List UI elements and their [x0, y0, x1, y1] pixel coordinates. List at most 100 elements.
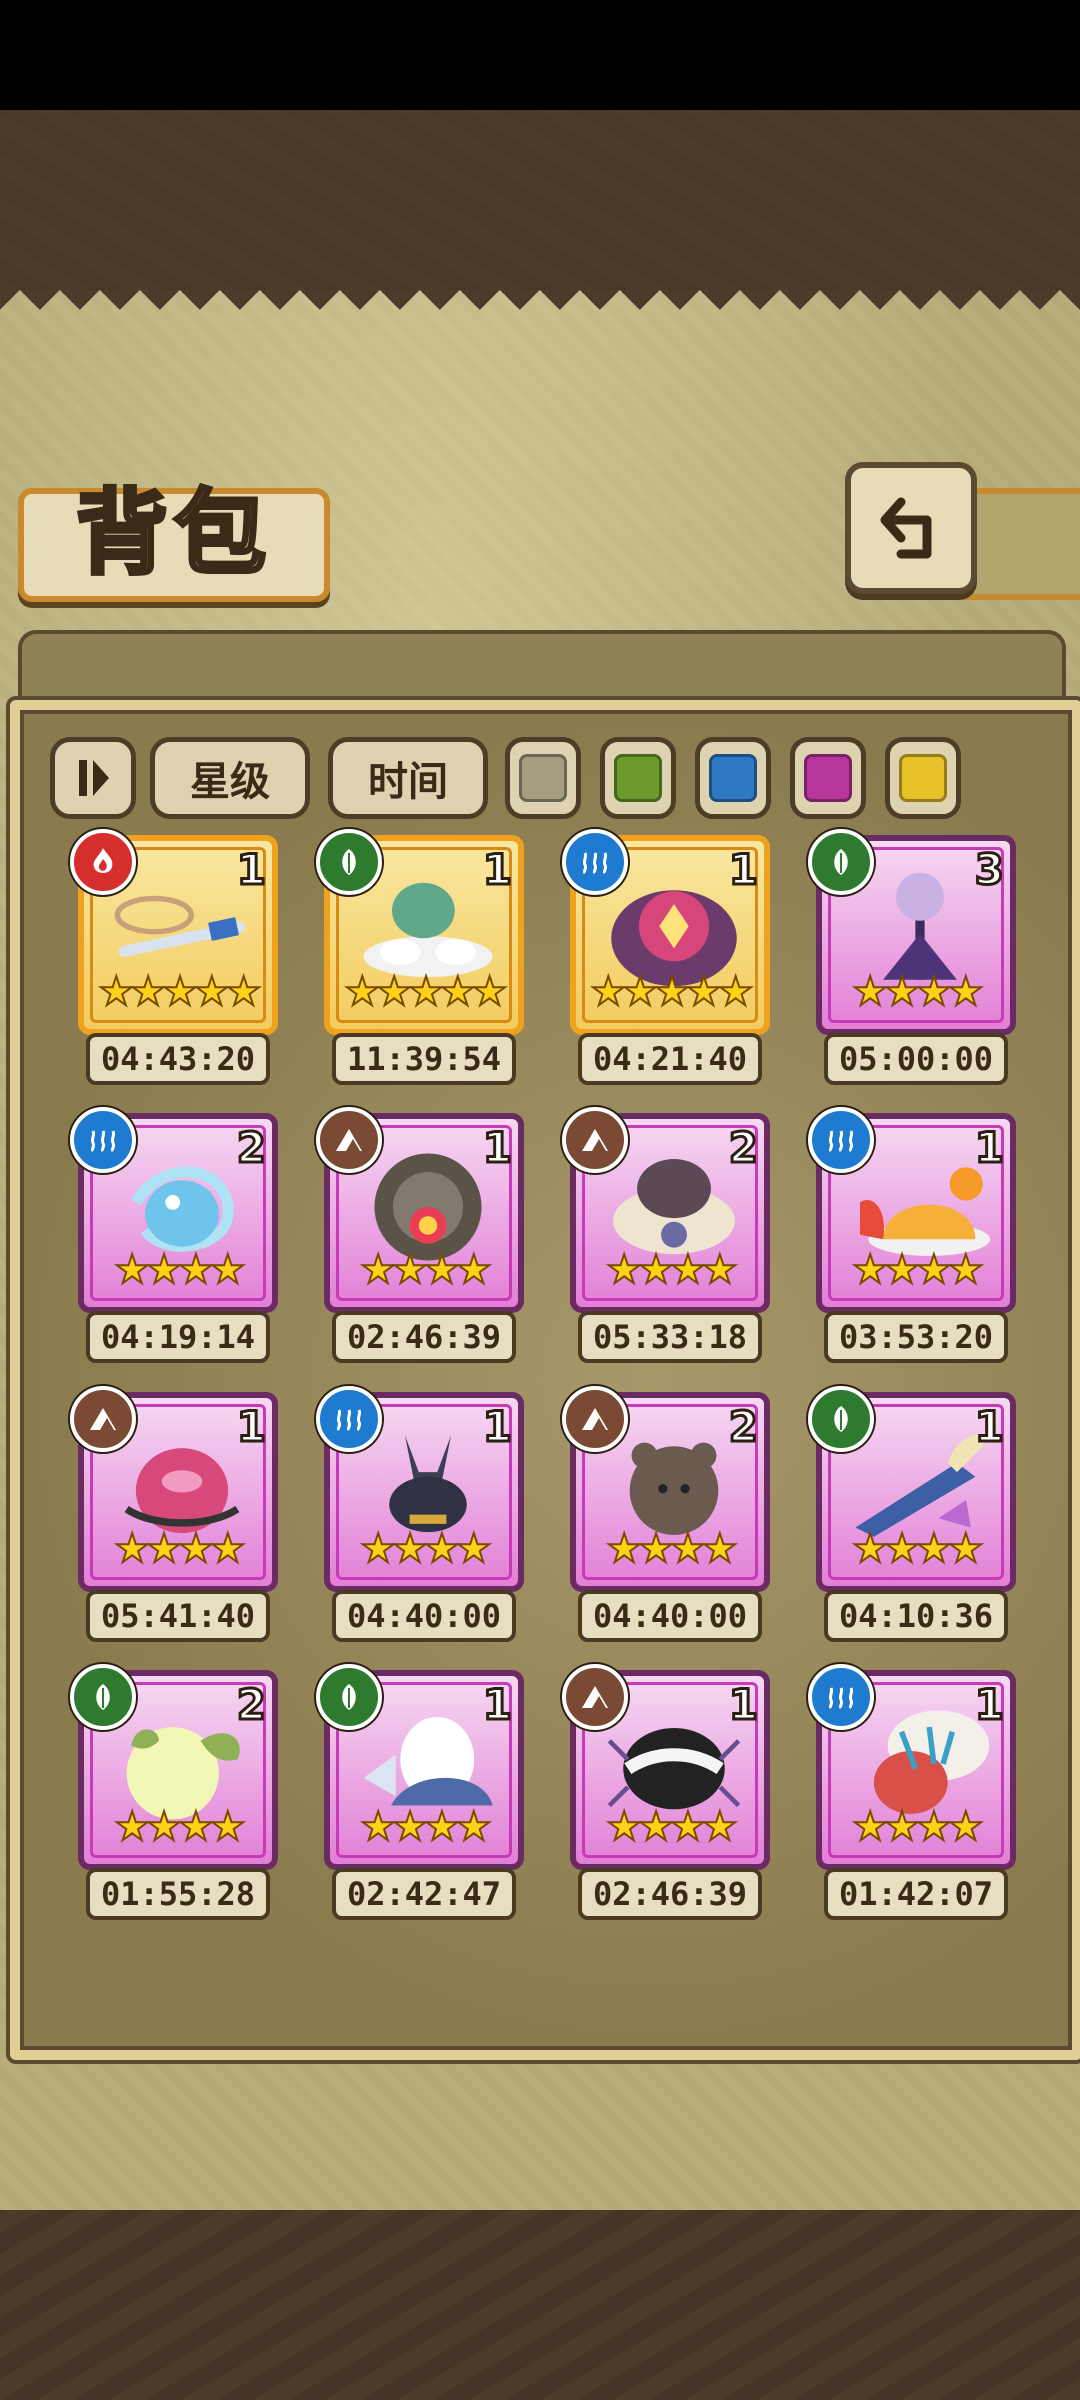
inventory-item-card[interactable]: 2 ★★★★ 04:40:00 — [562, 1386, 770, 1642]
panel-header — [18, 630, 1066, 704]
hatch-timer: 11:39:54 — [332, 1033, 516, 1085]
item-count: 2 — [727, 1401, 759, 1453]
star-rating: ★★★★★ — [589, 968, 754, 1016]
hatch-timer: 04:19:14 — [86, 1311, 270, 1363]
water-icon — [808, 1107, 874, 1173]
water-icon — [808, 1664, 874, 1730]
item-count: 3 — [973, 844, 1005, 896]
hatch-timer: 04:40:00 — [332, 1590, 516, 1642]
earth-icon — [562, 1107, 628, 1173]
hatch-timer: 02:42:47 — [332, 1868, 516, 1920]
inventory-item-card[interactable]: 1 ★★★★ 04:40:00 — [316, 1386, 524, 1642]
item-count: 1 — [481, 1679, 513, 1731]
water-icon — [562, 829, 628, 895]
torn-edge-top — [0, 290, 1080, 330]
leaf-icon — [808, 829, 874, 895]
color-filter-blue[interactable] — [695, 737, 771, 819]
inventory-item-card[interactable]: 1 ★★★★ 02:42:47 — [316, 1664, 524, 1920]
inventory-item-card[interactable]: 1 ★★★★★ 04:43:20 — [70, 829, 278, 1085]
water-icon — [316, 1386, 382, 1452]
page-title: 背包 — [74, 477, 272, 589]
fire-icon — [70, 829, 136, 895]
inventory-item-card[interactable]: 1 ★★★★ 02:46:39 — [316, 1107, 524, 1363]
leaf-icon — [316, 829, 382, 895]
sort-toggle-icon — [79, 760, 109, 796]
item-count: 1 — [727, 844, 759, 896]
leaf-icon — [70, 1664, 136, 1730]
inventory-item-card[interactable]: 1 ★★★★ 03:53:20 — [808, 1107, 1016, 1363]
hatch-timer: 05:41:40 — [86, 1590, 270, 1642]
star-rating: ★★★★ — [359, 1525, 492, 1573]
star-rating: ★★★★ — [851, 1246, 984, 1294]
time-sort-button[interactable]: 时间 — [328, 737, 488, 819]
star-rating: ★★★★★ — [343, 968, 508, 1016]
item-count: 1 — [973, 1679, 1005, 1731]
inventory-item-card[interactable]: 1 ★★★★ 01:42:07 — [808, 1664, 1016, 1920]
color-filter-green[interactable] — [600, 737, 676, 819]
color-swatch — [899, 754, 947, 802]
inventory-item-card[interactable]: 2 ★★★★ 05:33:18 — [562, 1107, 770, 1363]
star-rating: ★★★★★ — [97, 968, 262, 1016]
star-rating: ★★★★ — [605, 1246, 738, 1294]
item-count: 1 — [727, 1679, 759, 1731]
item-count: 2 — [235, 1122, 267, 1174]
star-rating: ★★★★ — [359, 1246, 492, 1294]
title-plate: 背包 — [18, 477, 330, 602]
inventory-item-card[interactable]: 2 ★★★★ 04:19:14 — [70, 1107, 278, 1363]
item-count: 1 — [235, 1401, 267, 1453]
star-rating: ★★★★ — [113, 1246, 246, 1294]
earth-icon — [562, 1386, 628, 1452]
item-count: 1 — [973, 1401, 1005, 1453]
item-count: 2 — [235, 1679, 267, 1731]
hatch-timer: 03:53:20 — [824, 1311, 1008, 1363]
inventory-item-card[interactable]: 2 ★★★★ 01:55:28 — [70, 1664, 278, 1920]
item-count: 1 — [481, 1401, 513, 1453]
inventory-item-card[interactable]: 1 ★★★★ 02:46:39 — [562, 1664, 770, 1920]
leaf-icon — [316, 1664, 382, 1730]
color-swatch — [614, 754, 662, 802]
star-rating: ★★★★ — [851, 1803, 984, 1851]
color-filter-gold[interactable] — [885, 737, 961, 819]
star-rating: ★★★★ — [605, 1803, 738, 1851]
back-button[interactable] — [845, 462, 977, 594]
color-filter-purple[interactable] — [790, 737, 866, 819]
hatch-timer: 04:21:40 — [578, 1033, 762, 1085]
item-count: 1 — [973, 1122, 1005, 1174]
item-count: 2 — [727, 1122, 759, 1174]
hatch-timer: 01:42:07 — [824, 1868, 1008, 1920]
color-swatch — [804, 754, 852, 802]
leaf-icon — [808, 1386, 874, 1452]
hatch-timer: 04:40:00 — [578, 1590, 762, 1642]
inventory-item-card[interactable]: 1 ★★★★ 04:10:36 — [808, 1386, 1016, 1642]
star-rating: ★★★★ — [605, 1525, 738, 1573]
color-swatch — [709, 754, 757, 802]
inventory-item-card[interactable]: 3 ★★★★ 05:00:00 — [808, 829, 1016, 1085]
status-bar — [0, 0, 1080, 110]
item-count: 1 — [235, 844, 267, 896]
star-rating: ★★★★ — [113, 1525, 246, 1573]
color-filter-grey[interactable] — [505, 737, 581, 819]
item-count: 1 — [481, 1122, 513, 1174]
hatch-timer: 05:00:00 — [824, 1033, 1008, 1085]
star-rating: ★★★★ — [359, 1803, 492, 1851]
map-background-bottom — [0, 2210, 1080, 2400]
star-sort-button[interactable]: 星级 — [150, 737, 310, 819]
color-swatch — [519, 754, 567, 802]
item-count: 1 — [481, 844, 513, 896]
earth-icon — [316, 1107, 382, 1173]
earth-icon — [562, 1664, 628, 1730]
star-rating: ★★★★ — [113, 1803, 246, 1851]
hatch-timer: 04:10:36 — [824, 1590, 1008, 1642]
earth-icon — [70, 1386, 136, 1452]
hatch-timer: 05:33:18 — [578, 1311, 762, 1363]
star-rating: ★★★★ — [851, 1525, 984, 1573]
water-icon — [70, 1107, 136, 1173]
inventory-item-card[interactable]: 1 ★★★★★ 11:39:54 — [316, 829, 524, 1085]
hatch-timer: 01:55:28 — [86, 1868, 270, 1920]
return-arrow-icon — [880, 497, 932, 559]
sort-order-toggle[interactable] — [50, 737, 136, 819]
hatch-timer: 02:46:39 — [578, 1868, 762, 1920]
star-rating: ★★★★ — [851, 968, 984, 1016]
inventory-item-card[interactable]: 1 ★★★★ 05:41:40 — [70, 1386, 278, 1642]
inventory-item-card[interactable]: 1 ★★★★★ 04:21:40 — [562, 829, 770, 1085]
